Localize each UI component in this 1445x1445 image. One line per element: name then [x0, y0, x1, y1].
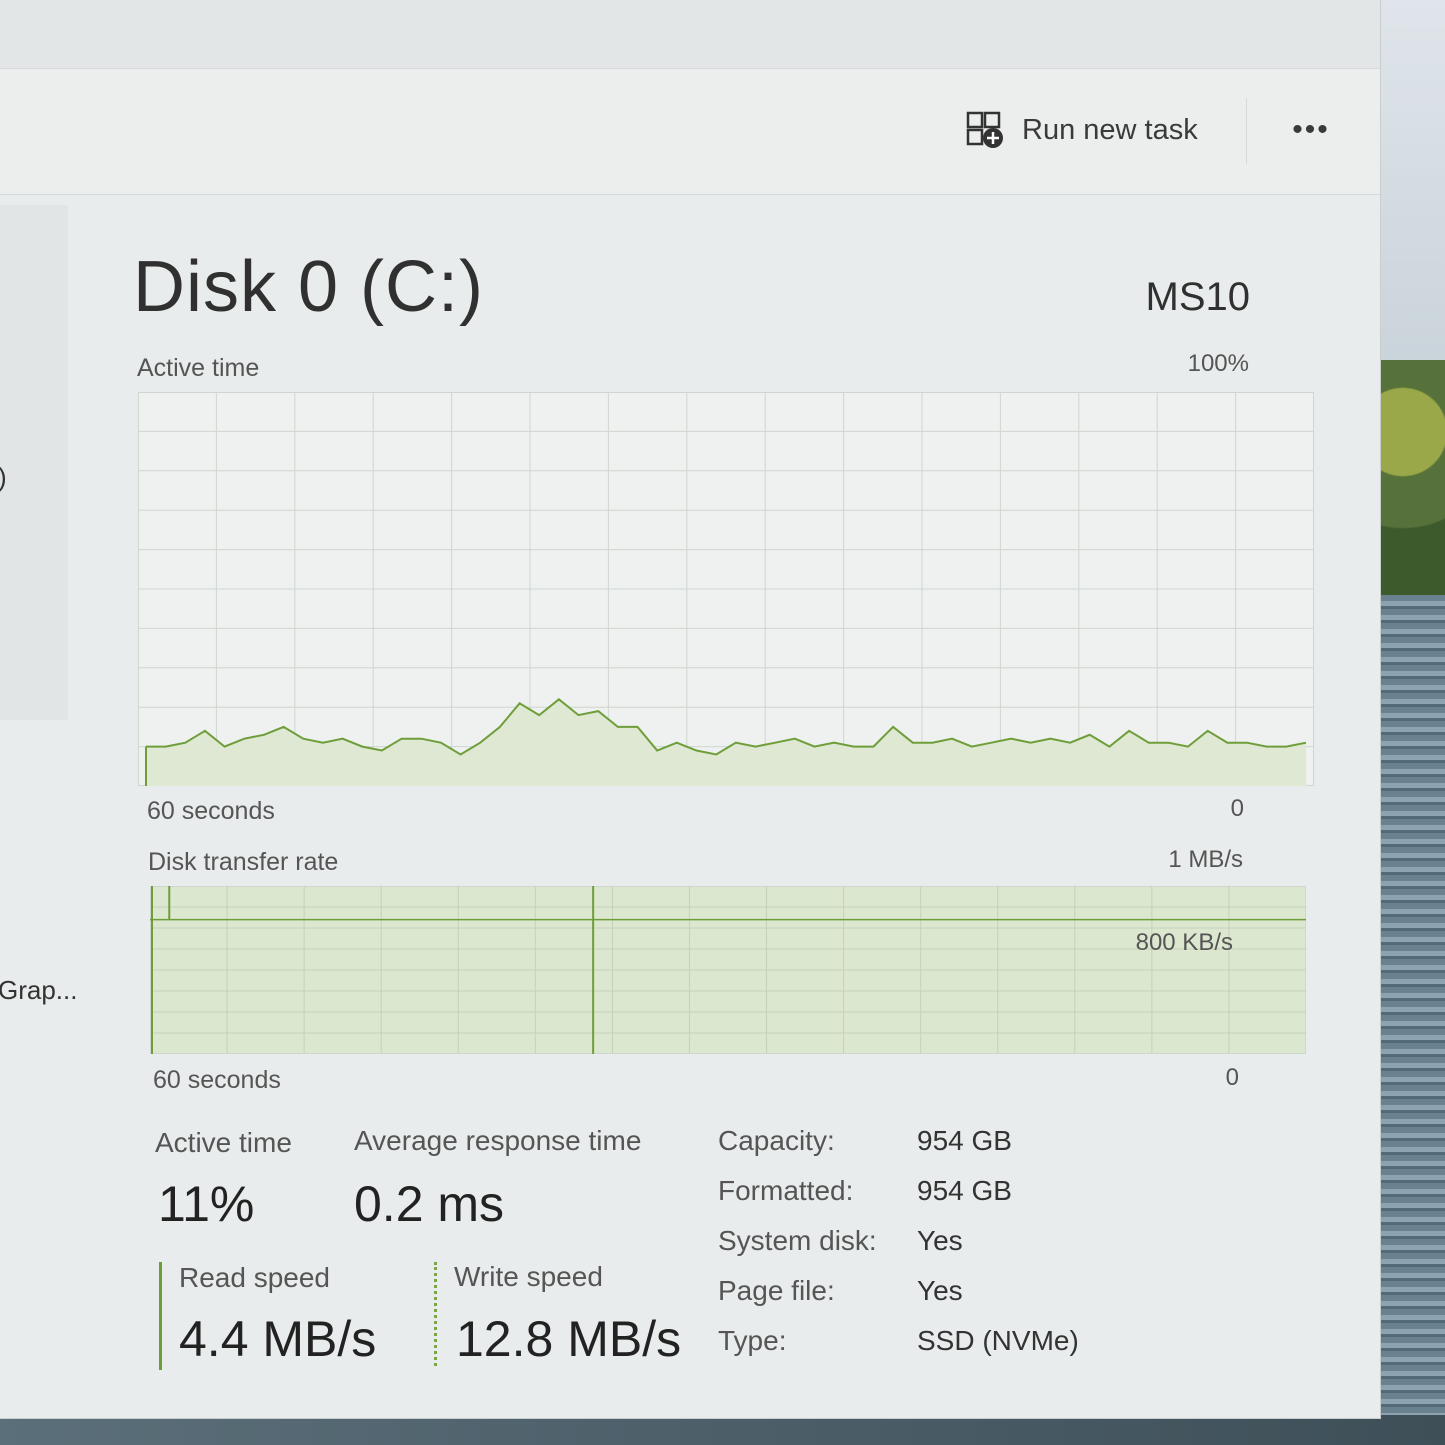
active-time-chart-label: Active time — [137, 354, 260, 382]
property-value: SSD (NVMe) — [917, 1325, 1079, 1356]
property-label: Type: — [718, 1325, 787, 1356]
transfer-chart — [150, 886, 1306, 1054]
title-bar[interactable] — [0, 0, 1380, 69]
property-label: Capacity: — [718, 1125, 835, 1156]
active-time-chart — [138, 392, 1314, 786]
active-time-stat-value: 11% — [158, 1176, 255, 1232]
page-title: Disk 0 (C:) — [133, 247, 484, 327]
property-label: Page file: — [718, 1275, 835, 1306]
read-speed-label: Read speed — [179, 1262, 331, 1293]
task-manager-window: Run new task ••• ) Grap... Disk 0 (C:) M… — [0, 0, 1381, 1419]
background-trees — [1375, 360, 1445, 600]
more-options-button[interactable]: ••• — [1282, 105, 1340, 155]
avg-response-stat-value: 0.2 ms — [354, 1176, 505, 1232]
read-speed-value: 4.4 MB/s — [179, 1311, 377, 1367]
run-new-task-label: Run new task — [1022, 113, 1198, 146]
run-new-task-button[interactable]: Run new task — [952, 100, 1212, 160]
sidebar-item-partial[interactable]: ) — [0, 462, 7, 493]
read-speed-legend-line — [159, 1262, 162, 1370]
transfer-chart-time-label: 60 seconds — [153, 1066, 281, 1094]
active-time-chart-max: 100% — [1187, 350, 1249, 377]
run-new-task-icon — [966, 111, 1004, 149]
property-label: System disk: — [718, 1225, 877, 1256]
property-value: Yes — [917, 1225, 963, 1256]
write-speed-legend-line — [434, 1262, 437, 1366]
more-options-icon: ••• — [1292, 113, 1330, 146]
sidebar-item-gpu-partial[interactable]: Grap... — [0, 975, 77, 1006]
active-time-chart-min: 0 — [1230, 795, 1244, 822]
property-value: Yes — [917, 1275, 963, 1306]
transfer-chart-min: 0 — [1225, 1064, 1239, 1091]
transfer-chart-label: Disk transfer rate — [148, 848, 339, 876]
transfer-chart-max: 1 MB/s — [1168, 846, 1243, 873]
background-taskbar-edge — [0, 1415, 1445, 1445]
property-value: 954 GB — [917, 1175, 1012, 1206]
active-time-stat-label: Active time — [155, 1127, 292, 1158]
write-speed-label: Write speed — [454, 1261, 603, 1292]
write-speed-value: 12.8 MB/s — [456, 1311, 682, 1367]
disk-model: MS10 — [1145, 275, 1251, 319]
property-value: 954 GB — [917, 1125, 1012, 1156]
avg-response-stat-label: Average response time — [354, 1125, 642, 1156]
sidebar-panel — [0, 205, 68, 720]
property-label: Formatted: — [718, 1175, 854, 1206]
active-time-chart-time-label: 60 seconds — [147, 797, 275, 825]
transfer-chart-mid: 800 KB/s — [1135, 929, 1233, 956]
toolbar-separator — [1246, 98, 1247, 164]
